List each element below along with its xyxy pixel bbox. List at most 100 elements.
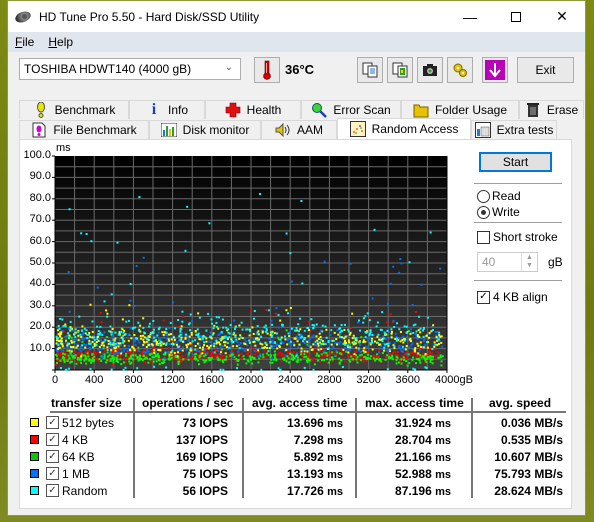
tab-extra-tests[interactable]: Extra tests xyxy=(471,120,557,139)
data-point-512-bytes xyxy=(147,339,150,341)
data-point-random xyxy=(59,367,62,369)
x-tick-label: 800 xyxy=(124,374,143,386)
tab-health[interactable]: Health xyxy=(205,100,301,119)
data-point-4-kb xyxy=(178,325,181,328)
temperature-button[interactable] xyxy=(254,57,280,83)
tab-info[interactable]: i Info xyxy=(129,100,205,119)
data-point-random xyxy=(59,317,62,320)
data-point-1-mb xyxy=(219,345,222,348)
data-point-1-mb xyxy=(270,357,273,360)
tab-file-benchmark[interactable]: File Benchmark xyxy=(19,120,149,139)
align-checkbox[interactable]: ✓ 4 KB align xyxy=(477,290,548,304)
write-radio[interactable]: Write xyxy=(477,205,520,219)
data-point-64-kb xyxy=(376,353,378,356)
data-point-64-kb xyxy=(274,357,277,360)
close-icon: ✕ xyxy=(556,8,568,24)
data-point-1-mb xyxy=(127,344,130,347)
series-checkbox[interactable]: ✓ xyxy=(46,416,59,429)
data-point-random xyxy=(81,344,83,347)
series-checkbox[interactable]: ✓ xyxy=(46,484,59,497)
data-point-64-kb xyxy=(374,359,377,362)
data-point-64-kb xyxy=(429,360,432,363)
data-point-4-kb xyxy=(322,356,325,359)
data-point-4-kb xyxy=(127,355,129,358)
data-point-1-mb xyxy=(296,352,299,355)
data-point-512-bytes xyxy=(405,345,408,347)
short-stroke-checkbox[interactable]: Short stroke xyxy=(477,230,558,244)
tab-benchmark[interactable]: Benchmark xyxy=(19,100,129,119)
color-swatch xyxy=(30,435,39,444)
options-button[interactable] xyxy=(447,57,473,83)
drive-select[interactable]: TOSHIBA HDWT140 (4000 gB) ⌄ xyxy=(19,58,241,80)
data-point-random xyxy=(310,318,313,321)
series-checkbox[interactable]: ✓ xyxy=(46,467,59,480)
data-point-random xyxy=(110,331,113,334)
data-point-512-bytes xyxy=(399,331,402,333)
tab-disk-monitor[interactable]: Disk monitor xyxy=(149,120,261,139)
data-point-512-bytes xyxy=(213,345,216,348)
data-point-random xyxy=(215,339,218,342)
data-point-1-mb xyxy=(349,262,352,265)
copy-screenshot-button[interactable] xyxy=(387,57,413,83)
data-point-512-bytes xyxy=(363,347,366,350)
data-point-random xyxy=(340,324,343,326)
data-point-1-mb xyxy=(320,344,323,347)
data-point-random xyxy=(177,319,180,321)
tab-erase[interactable]: Erase xyxy=(519,100,584,119)
data-point-1-mb xyxy=(135,265,138,267)
minimize-button[interactable]: — xyxy=(447,1,493,32)
data-point-64-kb xyxy=(106,336,109,338)
data-point-512-bytes xyxy=(220,351,222,354)
data-point-4-kb xyxy=(264,309,267,311)
tab-error-scan[interactable]: Error Scan xyxy=(301,100,401,119)
data-point-random xyxy=(303,329,306,332)
data-point-random xyxy=(164,351,167,354)
data-point-512-bytes xyxy=(426,346,429,349)
data-point-512-bytes xyxy=(168,333,171,336)
data-point-512-bytes xyxy=(60,342,63,345)
data-point-random xyxy=(215,321,218,324)
data-point-64-kb xyxy=(355,358,358,361)
tab-label: Info xyxy=(167,103,188,117)
data-point-random xyxy=(256,325,259,328)
short-stroke-input[interactable]: 40 ▲ ▼ xyxy=(477,252,538,272)
exit-button[interactable]: Exit xyxy=(517,57,574,83)
menu-bar: File Help xyxy=(8,32,585,52)
short-stroke-spinner[interactable]: ▲ ▼ xyxy=(521,253,537,271)
data-point-random xyxy=(98,333,101,336)
maximize-button[interactable] xyxy=(493,1,539,32)
save-button[interactable] xyxy=(482,57,508,83)
copy-text-button[interactable] xyxy=(357,57,383,83)
tab-aam[interactable]: AAM xyxy=(261,120,337,139)
data-point-64-kb xyxy=(406,364,409,367)
screenshot-button[interactable] xyxy=(417,57,443,83)
data-point-random xyxy=(110,333,113,336)
data-point-1-mb xyxy=(359,350,362,353)
result-row: ✓ 512 bytes 73 IOPS 13.696 ms 31.924 ms 0.036… xyxy=(20,415,573,432)
series-checkbox[interactable]: ✓ xyxy=(46,433,59,446)
ops-per-sec: 75 IOPS xyxy=(182,467,228,481)
data-point-4-kb xyxy=(367,350,370,353)
data-point-64-kb xyxy=(242,355,245,358)
close-button[interactable]: ✕ xyxy=(539,1,585,32)
menu-file[interactable]: File xyxy=(15,35,34,49)
y-tick-label: 60.0 xyxy=(29,234,51,247)
start-button[interactable]: Start xyxy=(479,152,552,172)
menu-help[interactable]: Help xyxy=(48,35,73,49)
data-point-random xyxy=(195,333,198,336)
data-point-512-bytes xyxy=(351,312,354,315)
data-point-4-kb xyxy=(77,360,80,363)
separator xyxy=(474,222,562,223)
read-radio[interactable]: Read xyxy=(477,189,521,203)
series-checkbox[interactable]: ✓ xyxy=(46,450,59,463)
tab-random-access[interactable]: Random Access xyxy=(337,118,471,139)
data-point-random xyxy=(86,337,89,340)
data-point-random xyxy=(106,349,109,352)
data-point-random xyxy=(289,252,292,255)
data-point-512-bytes xyxy=(217,327,220,330)
data-point-random xyxy=(401,345,404,348)
data-point-1-mb xyxy=(204,348,207,351)
data-point-64-kb xyxy=(370,355,373,358)
data-point-1-mb xyxy=(192,353,195,356)
tab-folder-usage[interactable]: Folder Usage xyxy=(401,100,519,119)
